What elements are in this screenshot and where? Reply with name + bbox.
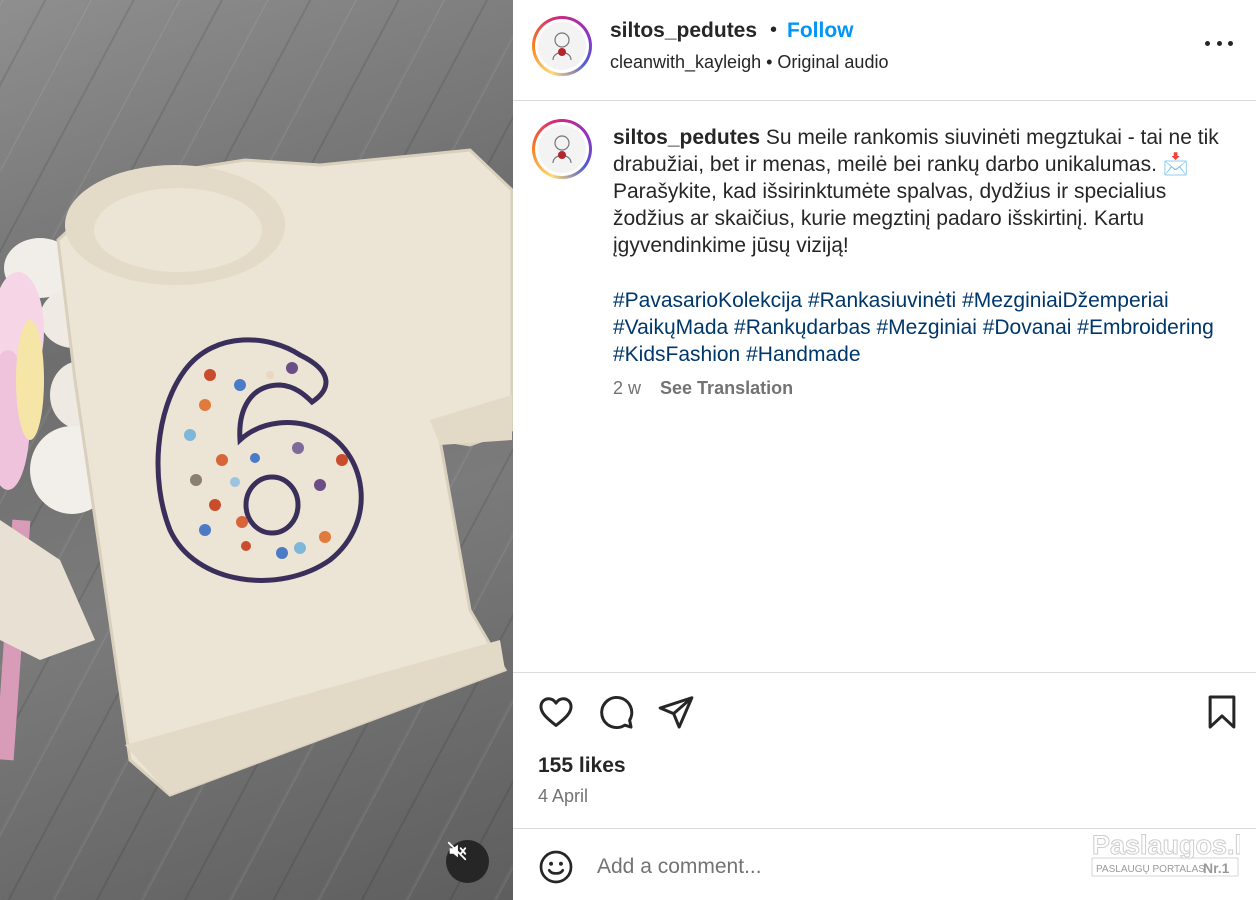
post-header: siltos_pedutes • Follow cleanwith_kaylei… xyxy=(513,0,1256,101)
muted-speaker-icon xyxy=(447,841,467,861)
action-bar: 155 likes 4 April xyxy=(513,672,1256,828)
bookmark-icon[interactable] xyxy=(1203,693,1241,731)
post-age[interactable]: 2 w xyxy=(613,378,641,398)
hashtag-link[interactable]: #KidsFashion xyxy=(613,343,740,366)
post-media[interactable] xyxy=(0,0,513,900)
like-count[interactable]: 155 likes xyxy=(538,754,626,778)
comment-bar xyxy=(513,828,1256,900)
hashtag-link[interactable]: #VaikųMada xyxy=(613,316,728,339)
header-username[interactable]: siltos_pedutes xyxy=(610,19,757,43)
more-options-icon[interactable] xyxy=(1205,34,1233,52)
sweater-photo xyxy=(0,148,513,797)
see-translation-button[interactable]: See Translation xyxy=(660,378,793,398)
hashtag-link[interactable]: #MezginiaiDžemperiai xyxy=(962,289,1169,312)
mute-button[interactable] xyxy=(446,840,489,883)
comment-input[interactable] xyxy=(597,851,1067,883)
hashtag-link[interactable]: #Handmade xyxy=(746,343,860,366)
audio-attribution[interactable]: cleanwith_kayleigh • Original audio xyxy=(610,52,888,73)
caption-meta: 2 w See Translation xyxy=(613,378,793,399)
profile-logo-icon xyxy=(552,135,572,164)
heart-icon[interactable] xyxy=(537,693,575,731)
knit-sweater xyxy=(56,148,513,797)
hashtag-link[interactable]: #PavasarioKolekcija xyxy=(613,289,802,312)
hashtag-link[interactable]: #Rankųdarbas xyxy=(734,316,871,339)
profile-logo-icon xyxy=(552,32,572,61)
caption-text: siltos_pedutes Su meile rankomis siuvinė… xyxy=(613,124,1225,259)
avatar[interactable] xyxy=(532,16,592,76)
speech-bubble-icon[interactable] xyxy=(597,693,635,731)
hashtag-link[interactable]: #Mezginiai xyxy=(876,316,976,339)
hashtag-link[interactable]: #Dovanai xyxy=(983,316,1072,339)
follow-button[interactable]: Follow xyxy=(787,19,854,43)
post-details-panel: siltos_pedutes • Follow cleanwith_kaylei… xyxy=(513,0,1256,900)
adjacent-sleeve xyxy=(0,520,95,660)
post-date: 4 April xyxy=(538,786,589,806)
paper-plane-icon[interactable] xyxy=(657,693,695,731)
smiley-icon[interactable] xyxy=(538,849,574,885)
caption-username[interactable]: siltos_pedutes xyxy=(613,126,760,149)
hashtag-list: #PavasarioKolekcija #Rankasiuvinėti #Mez… xyxy=(613,287,1225,368)
hashtag-link[interactable]: #Embroidering xyxy=(1077,316,1214,339)
caption-avatar[interactable] xyxy=(532,119,592,179)
header-separator: • xyxy=(770,19,778,41)
hashtag-link[interactable]: #Rankasiuvinėti xyxy=(808,289,956,312)
